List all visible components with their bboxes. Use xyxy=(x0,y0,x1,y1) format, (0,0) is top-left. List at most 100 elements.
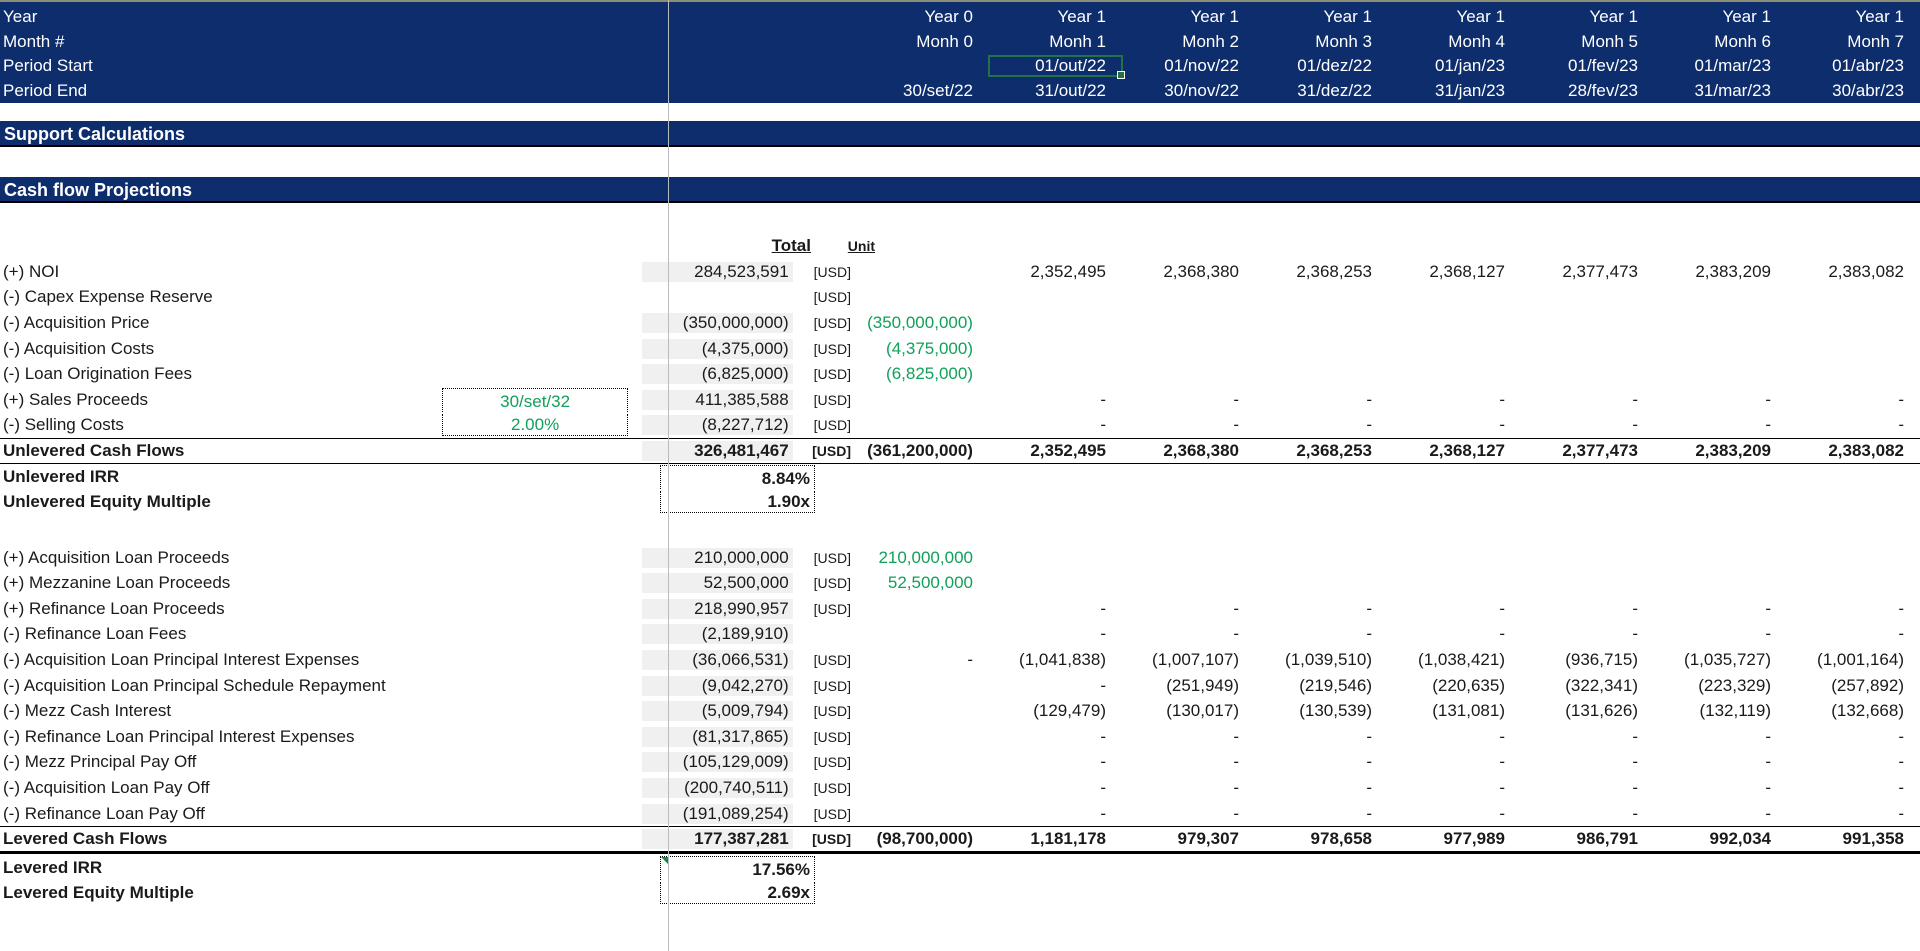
data-cell[interactable]: 2,383,082 xyxy=(1787,441,1920,461)
data-cell[interactable]: - xyxy=(1388,624,1521,644)
data-cell[interactable]: 2,377,473 xyxy=(1521,441,1654,461)
data-cell[interactable]: - xyxy=(1255,804,1388,824)
data-cell-input[interactable]: (6,825,000) xyxy=(856,364,989,384)
period-end-cell[interactable]: 31/dez/22 xyxy=(1255,81,1388,101)
data-cell[interactable]: - xyxy=(1255,752,1388,772)
month-cell[interactable]: Monh 7 xyxy=(1787,32,1920,52)
data-cell[interactable]: - xyxy=(1787,727,1920,747)
period-start-cell[interactable]: 01/jan/23 xyxy=(1388,56,1521,76)
row-total[interactable]: (81,317,865) xyxy=(641,726,793,747)
year-cell[interactable]: Year 0 xyxy=(856,7,989,27)
data-cell[interactable]: 991,358 xyxy=(1787,829,1920,849)
data-cell[interactable]: 2,377,473 xyxy=(1521,262,1654,282)
data-cell[interactable]: 2,368,253 xyxy=(1255,262,1388,282)
levered-irr-value[interactable]: 17.56% xyxy=(660,855,815,880)
data-cell-input[interactable]: 52,500,000 xyxy=(856,573,989,593)
active-cell-period-start[interactable]: 01/out/22 xyxy=(987,55,1125,80)
row-total[interactable]: (191,089,254) xyxy=(641,803,793,824)
data-cell[interactable] xyxy=(856,262,989,282)
row-total[interactable]: (350,000,000) xyxy=(641,312,793,333)
data-cell[interactable] xyxy=(1388,313,1521,333)
data-cell[interactable]: - xyxy=(1654,390,1787,410)
data-cell[interactable]: (1,038,421) xyxy=(1388,650,1521,670)
data-cell[interactable]: - xyxy=(1122,752,1255,772)
period-end-cell[interactable]: 30/set/22 xyxy=(856,81,989,101)
data-cell[interactable]: - xyxy=(1122,599,1255,619)
data-cell[interactable]: (1,041,838) xyxy=(989,650,1122,670)
data-cell[interactable]: (131,626) xyxy=(1521,701,1654,721)
row-total[interactable]: 411,385,588 xyxy=(641,389,793,410)
data-cell[interactable]: 2,383,082 xyxy=(1787,262,1920,282)
period-start-cell[interactable] xyxy=(856,56,989,76)
data-cell[interactable]: - xyxy=(989,752,1122,772)
data-cell[interactable]: - xyxy=(1388,752,1521,772)
data-cell[interactable]: - xyxy=(989,415,1122,435)
data-cell[interactable] xyxy=(989,313,1122,333)
data-cell-input[interactable]: 210,000,000 xyxy=(856,548,989,568)
data-cell[interactable]: - xyxy=(1521,778,1654,798)
year-cell[interactable]: Year 1 xyxy=(989,7,1122,27)
data-cell[interactable]: - xyxy=(989,676,1122,696)
data-cell[interactable]: - xyxy=(1521,752,1654,772)
data-cell[interactable]: - xyxy=(1255,390,1388,410)
data-cell[interactable]: (1,001,164) xyxy=(1787,650,1920,670)
data-cell[interactable] xyxy=(856,804,989,824)
data-cell[interactable]: 2,383,209 xyxy=(1654,441,1787,461)
data-cell[interactable] xyxy=(1122,313,1255,333)
row-total[interactable]: (9,042,270) xyxy=(641,675,793,696)
data-cell[interactable]: - xyxy=(1521,727,1654,747)
data-cell[interactable]: - xyxy=(1787,752,1920,772)
data-cell[interactable]: 2,368,253 xyxy=(1255,441,1388,461)
data-cell[interactable]: - xyxy=(1388,415,1521,435)
data-cell[interactable] xyxy=(1787,548,1920,568)
period-end-cell[interactable]: 31/jan/23 xyxy=(1388,81,1521,101)
data-cell[interactable] xyxy=(1388,548,1521,568)
data-cell[interactable] xyxy=(856,701,989,721)
month-cell[interactable]: Monh 4 xyxy=(1388,32,1521,52)
data-cell[interactable]: - xyxy=(1654,804,1787,824)
data-cell[interactable] xyxy=(989,339,1122,359)
data-cell[interactable]: - xyxy=(1654,778,1787,798)
data-cell[interactable] xyxy=(856,752,989,772)
data-cell[interactable]: - xyxy=(1787,778,1920,798)
data-cell[interactable]: - xyxy=(1388,804,1521,824)
data-cell[interactable]: - xyxy=(1255,727,1388,747)
row-total[interactable]: 284,523,591 xyxy=(641,261,793,282)
period-end-cell[interactable]: 31/out/22 xyxy=(989,81,1122,101)
data-cell[interactable]: - xyxy=(1255,415,1388,435)
year-cell[interactable]: Year 1 xyxy=(1654,7,1787,27)
data-cell[interactable] xyxy=(1654,339,1787,359)
data-cell[interactable]: (132,668) xyxy=(1787,701,1920,721)
row-total[interactable]: 177,387,281 xyxy=(641,829,793,850)
month-cell[interactable]: Monh 1 xyxy=(989,32,1122,52)
row-total[interactable]: 326,481,467 xyxy=(641,440,793,461)
data-cell[interactable]: (1,039,510) xyxy=(1255,650,1388,670)
data-cell[interactable]: - xyxy=(1255,778,1388,798)
data-cell[interactable] xyxy=(1255,573,1388,593)
data-cell[interactable] xyxy=(1521,548,1654,568)
data-cell[interactable]: (1,035,727) xyxy=(1654,650,1787,670)
data-cell[interactable]: - xyxy=(1521,390,1654,410)
data-cell[interactable]: - xyxy=(989,778,1122,798)
data-cell[interactable] xyxy=(989,364,1122,384)
data-cell[interactable]: - xyxy=(1521,624,1654,644)
data-cell[interactable] xyxy=(989,548,1122,568)
data-cell[interactable]: 2,368,127 xyxy=(1388,441,1521,461)
data-cell-input[interactable]: (350,000,000) xyxy=(856,313,989,333)
data-cell[interactable]: - xyxy=(989,804,1122,824)
data-cell[interactable]: 2,368,380 xyxy=(1122,441,1255,461)
period-end-cell[interactable]: 30/abr/23 xyxy=(1787,81,1920,101)
data-cell[interactable]: 977,989 xyxy=(1388,829,1521,849)
data-cell[interactable] xyxy=(1255,313,1388,333)
data-cell[interactable]: - xyxy=(856,650,989,670)
data-cell[interactable]: 2,368,127 xyxy=(1388,262,1521,282)
data-cell[interactable]: - xyxy=(1521,599,1654,619)
data-cell[interactable]: - xyxy=(1388,778,1521,798)
data-cell[interactable]: 978,658 xyxy=(1255,829,1388,849)
data-cell[interactable]: - xyxy=(1654,415,1787,435)
data-cell[interactable] xyxy=(856,727,989,747)
row-total[interactable]: (6,825,000) xyxy=(641,364,793,385)
data-cell[interactable] xyxy=(1388,364,1521,384)
data-cell[interactable]: (219,546) xyxy=(1255,676,1388,696)
row-total[interactable]: (8,227,712) xyxy=(641,415,793,436)
